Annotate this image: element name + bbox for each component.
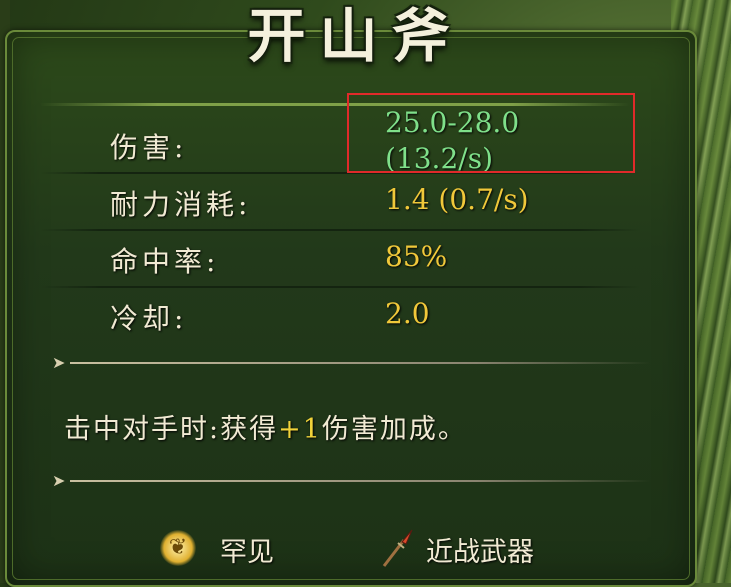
stat-value-damage-rate: (13.2/s) xyxy=(385,142,493,173)
ornament-line xyxy=(70,362,650,364)
stat-label-damage: 伤害: xyxy=(110,131,188,164)
stat-value-accuracy: 85% xyxy=(385,240,448,273)
stat-row-accuracy: 命中率: 85% xyxy=(40,232,640,288)
effect-bonus: +1 xyxy=(278,414,322,445)
stat-label-accuracy: 命中率: xyxy=(110,245,220,278)
arrow-tip-icon: ➤ xyxy=(52,471,66,490)
on-hit-effect-text: 击中对手时:获得+1伤害加成。 xyxy=(64,407,467,446)
row-divider xyxy=(40,286,640,288)
rarity-label: 罕见 xyxy=(220,537,274,568)
effect-suffix: 伤害加成。 xyxy=(321,414,467,445)
stat-value-cooldown: 2.0 xyxy=(385,297,430,330)
spear-icon xyxy=(382,529,413,567)
stat-row-stamina: 耐力消耗: 1.4 (0.7/s) xyxy=(40,175,640,231)
stat-label-stamina: 耐力消耗: xyxy=(110,188,252,221)
item-footer: ❦ 罕见 近战武器 xyxy=(0,520,731,576)
stat-row-cooldown: 冷却: 2.0 xyxy=(40,289,640,345)
weapon-type-label: 近战武器 xyxy=(426,537,534,568)
row-divider xyxy=(40,229,640,231)
stat-label-cooldown: 冷却: xyxy=(110,302,188,335)
item-title: 开山斧 xyxy=(247,2,464,70)
ornament-divider-bottom: ➤ xyxy=(52,471,652,491)
rarity-wings-icon: ❦ xyxy=(160,530,196,566)
ornament-divider-top: ➤ xyxy=(52,353,652,373)
ornament-line xyxy=(70,480,650,482)
stat-value-damage: 25.0-28.0 xyxy=(385,106,520,139)
effect-prefix: 击中对手时:获得 xyxy=(64,414,279,445)
stat-value-stamina: 1.4 (0.7/s) xyxy=(385,183,529,216)
highlight-annotation-box: 25.0-28.0 (13.2/s) xyxy=(347,93,635,173)
arrow-tip-icon: ➤ xyxy=(52,353,66,372)
